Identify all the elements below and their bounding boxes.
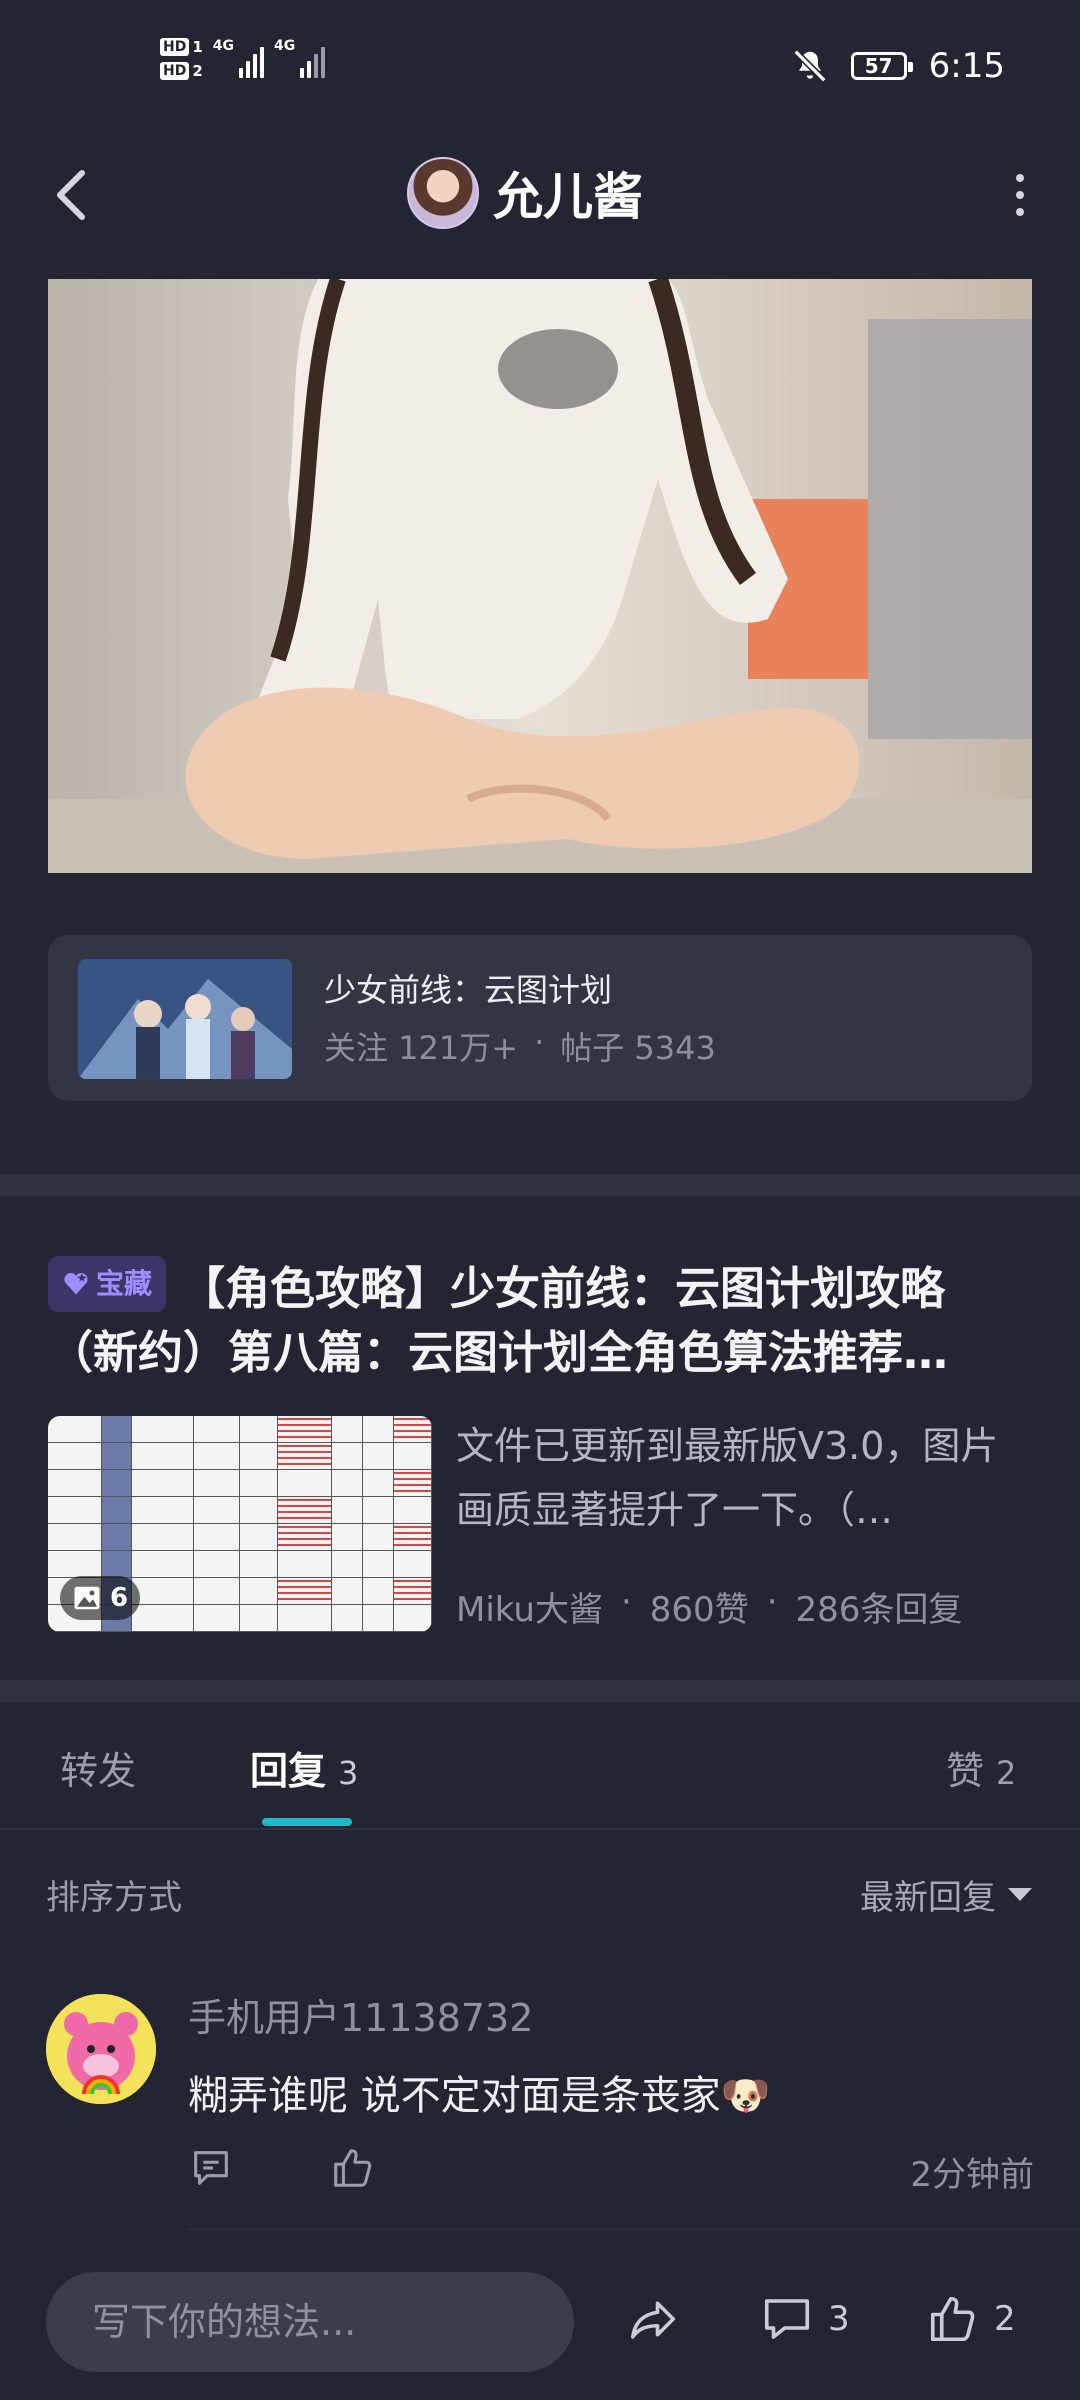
separator-dot: · bbox=[620, 1582, 632, 1622]
sim2-hd-icon: HD 2 bbox=[160, 62, 203, 80]
caret-down-icon bbox=[1008, 1888, 1032, 1901]
forum-card[interactable]: 少女前线：云图计划 关注 121万+ · 帖子 5343 bbox=[48, 935, 1032, 1101]
post-author[interactable]: Miku大酱 bbox=[456, 1582, 603, 1631]
signal-indicators: HD 1 HD 2 4G 4G bbox=[160, 38, 326, 80]
separator-dot: · bbox=[534, 1023, 545, 1061]
title-bar: 允儿酱 bbox=[0, 145, 1080, 245]
like-button[interactable]: 2 bbox=[926, 2292, 1016, 2346]
tab-replies[interactable]: 回复 3 bbox=[250, 1740, 358, 1795]
share-icon bbox=[630, 2301, 676, 2339]
post-likes: 860赞 bbox=[649, 1590, 749, 1630]
more-options-button[interactable] bbox=[990, 165, 1050, 225]
like-count: 2 bbox=[996, 1754, 1017, 1792]
back-button[interactable] bbox=[40, 165, 100, 225]
interaction-tabs: 转发 回复 3 赞 2 bbox=[0, 1710, 1080, 1830]
author-avatar[interactable] bbox=[407, 157, 479, 229]
clock: 6:15 bbox=[928, 46, 1005, 86]
status-bar: HD 1 HD 2 4G 4G 57 6:15 bbox=[0, 0, 1080, 130]
comment-text: 糊弄谁呢 说不定对面是条丧家🐶 bbox=[188, 2073, 771, 2119]
tab-likes[interactable]: 赞 2 bbox=[946, 1740, 1016, 1795]
signal-2-icon: 4G bbox=[274, 38, 326, 78]
forum-post-count: 帖子 5343 bbox=[560, 1029, 716, 1067]
active-tab-indicator bbox=[262, 1818, 352, 1826]
sort-dropdown[interactable]: 最新回复 bbox=[860, 1870, 1032, 1919]
forum-thumbnail bbox=[78, 959, 292, 1079]
comment-item: 手机用户11138732 糊弄谁呢 说不定对面是条丧家🐶 2分钟前 bbox=[0, 1985, 1080, 2225]
post-title[interactable]: 宝藏 【角色攻略】少女前线：云图计划攻略（新约）第八篇：云图计划全角色算法推荐… bbox=[48, 1256, 1032, 1385]
more-dot bbox=[1016, 174, 1024, 182]
reply-comment-icon[interactable] bbox=[188, 2145, 234, 2191]
tab-forward[interactable]: 转发 bbox=[60, 1740, 136, 1795]
post-meta: Miku大酱 · 860赞 · 286条回复 bbox=[456, 1582, 962, 1631]
thumbs-up-icon[interactable] bbox=[330, 2145, 376, 2191]
hero-illustration bbox=[48, 279, 1032, 873]
more-dot bbox=[1016, 191, 1024, 199]
sim1-hd-icon: HD 1 bbox=[160, 38, 203, 56]
heart-diamond-icon bbox=[64, 1273, 88, 1295]
section-divider bbox=[0, 1680, 1080, 1702]
comment-input[interactable] bbox=[46, 2272, 574, 2372]
forum-stats: 关注 121万+ · 帖子 5343 bbox=[324, 1023, 716, 1069]
image-icon bbox=[74, 1586, 100, 1610]
mute-notifications-icon bbox=[793, 49, 827, 83]
treasure-badge: 宝藏 bbox=[48, 1256, 167, 1312]
share-button[interactable] bbox=[626, 2292, 680, 2346]
author-header[interactable]: 允儿酱 bbox=[407, 157, 643, 229]
image-count-badge: 6 bbox=[60, 1576, 141, 1620]
like-count: 2 bbox=[994, 2299, 1016, 2339]
page-title: 允儿酱 bbox=[493, 168, 643, 226]
forum-followers: 关注 121万+ bbox=[324, 1029, 519, 1067]
more-dot bbox=[1016, 208, 1024, 216]
sort-row: 排序方式 最新回复 bbox=[0, 1860, 1080, 1930]
comment-time: 2分钟前 bbox=[910, 2155, 1034, 2195]
sort-label: 排序方式 bbox=[46, 1878, 182, 1918]
bottom-action-bar: 3 2 bbox=[0, 2240, 1080, 2400]
post-excerpt[interactable]: 文件已更新到最新版V3.0，图片画质显著提升了一下。（… bbox=[456, 1414, 1032, 1542]
commenter-avatar[interactable] bbox=[46, 1994, 156, 2104]
separator-dot: · bbox=[766, 1582, 778, 1622]
forum-name: 少女前线：云图计划 bbox=[324, 971, 613, 1009]
comment-separator bbox=[188, 2228, 1080, 2230]
reply-count: 3 bbox=[338, 1754, 359, 1792]
comment-count: 3 bbox=[828, 2299, 850, 2339]
comment-icon bbox=[764, 2299, 810, 2339]
thumbs-up-icon bbox=[930, 2296, 975, 2342]
post-replies: 286条回复 bbox=[795, 1590, 963, 1630]
battery-icon: 57 bbox=[850, 52, 913, 80]
post-hero-image[interactable] bbox=[48, 279, 1032, 873]
chevron-left-icon bbox=[57, 170, 85, 220]
post-detail-page: HD 1 HD 2 4G 4G 57 6:15 允儿酱 少女前线：云图计划 关注… bbox=[0, 0, 1080, 2400]
comments-button[interactable]: 3 bbox=[760, 2292, 850, 2346]
commenter-name[interactable]: 手机用户11138732 bbox=[188, 1987, 533, 2042]
post-title-text: 【角色攻略】少女前线：云图计划攻略（新约）第八篇：云图计划全角色算法推荐… bbox=[48, 1262, 949, 1379]
section-divider bbox=[0, 1174, 1080, 1196]
signal-1-icon: 4G bbox=[213, 38, 265, 78]
post-image-preview[interactable]: 6 bbox=[48, 1416, 432, 1632]
